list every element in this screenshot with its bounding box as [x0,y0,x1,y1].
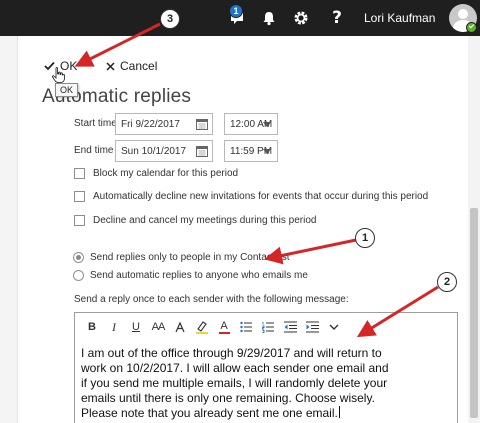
everyone-option[interactable]: Send automatic replies to anyone who ema… [73,267,308,283]
font-size-button[interactable]: AA [147,313,169,341]
start-time-label: Start time [74,118,117,129]
start-date-value: Fri 9/22/2017 [121,118,180,130]
start-time-select[interactable]: 12:00 AM [224,113,278,135]
formatting-toolbar: B I U AA A [75,313,457,341]
numbered-list-button[interactable] [257,313,279,341]
user-name[interactable]: Lori Kaufman [364,0,435,36]
decline-invitations-checkbox[interactable] [74,190,85,202]
message-line: work on 10/2/2017. I will allow each sen… [81,361,389,375]
presence-available-icon [466,22,477,33]
highlighter-icon [196,321,208,334]
message-line: emails until there is only one remaining… [81,391,375,405]
bullet-list-icon [239,321,252,333]
message-body[interactable]: I am out of the office through 9/29/2017… [81,346,455,421]
help-icon[interactable]: ? [320,0,354,36]
font-color-button[interactable]: A [213,313,235,341]
underline-button[interactable]: U [125,313,147,341]
calendar-icon[interactable] [196,118,208,130]
cancel-meetings-checkbox[interactable] [74,214,85,226]
end-date-picker[interactable]: Sun 10/1/2017 [115,140,213,162]
message-line: Please note that you already sent me one… [81,406,338,420]
font-color-bar [218,331,230,334]
message-line: I am out of the office through 9/29/2017… [81,346,382,360]
contacts-only-radio[interactable] [73,251,84,263]
everyone-label: Send automatic replies to anyone who ema… [90,269,308,281]
bold-button[interactable]: B [81,313,103,341]
end-date-value: Sun 10/1/2017 [121,145,187,157]
step-1-marker: 1 [355,228,375,248]
text-caret [338,406,340,418]
cancel-meetings-label: Decline and cancel my meetings during th… [93,214,317,226]
contacts-only-option[interactable]: Send replies only to people in my Contac… [73,249,290,265]
cancel-button[interactable]: Cancel [106,58,157,74]
decline-invitations-option[interactable]: Automatically decline new invitations fo… [74,188,428,204]
message-label: Send a reply once to each sender with th… [74,294,349,305]
chevron-down-icon [329,324,339,330]
everyone-radio[interactable] [73,269,84,281]
font-color-label: A [220,319,228,332]
left-panel-edge [0,36,18,423]
step-3-marker: 3 [160,9,180,29]
block-calendar-label: Block my calendar for this period [93,167,239,179]
end-time-select[interactable]: 11:59 PM [224,140,278,162]
cancel-label: Cancel [120,59,158,73]
hand-pointer-icon [52,67,65,83]
decrease-indent-button[interactable] [279,313,301,341]
block-calendar-checkbox[interactable] [74,167,85,179]
calendar-icon[interactable] [196,145,208,157]
indent-icon [305,321,319,333]
font-size-decrease-button[interactable] [169,313,191,341]
gear-icon[interactable] [284,0,318,36]
message-line: if you send me multiple emails, I will r… [81,376,388,390]
more-formatting-button[interactable] [323,313,345,341]
message-editor[interactable]: B I U AA A I am out of the office throug… [74,312,458,423]
numbered-list-icon [261,322,274,333]
highlight-button[interactable] [191,313,213,341]
end-time-label: End time [74,145,114,156]
bullet-list-button[interactable] [235,313,257,341]
decline-invitations-label: Automatically decline new invitations fo… [93,190,429,202]
step-2-marker: 2 [437,272,457,292]
block-calendar-option[interactable]: Block my calendar for this period [74,165,238,181]
scrollbar-thumb[interactable] [470,208,478,418]
increase-indent-button[interactable] [301,313,323,341]
start-date-picker[interactable]: Fri 9/22/2017 [115,113,213,135]
chevron-down-icon [263,149,271,154]
contacts-only-label: Send replies only to people in my Contac… [90,251,290,263]
chevron-down-icon [263,122,271,127]
outdent-icon [283,321,297,333]
close-icon [106,61,115,71]
skype-badge: 1 [229,4,243,18]
italic-button[interactable]: I [103,313,125,341]
message-line-last: Please note that you already sent me one… [81,406,455,421]
ok-tooltip: OK [55,83,79,97]
bell-icon[interactable] [252,0,286,36]
text-size-icon [175,321,185,333]
cancel-meetings-option[interactable]: Decline and cancel my meetings during th… [74,212,316,228]
